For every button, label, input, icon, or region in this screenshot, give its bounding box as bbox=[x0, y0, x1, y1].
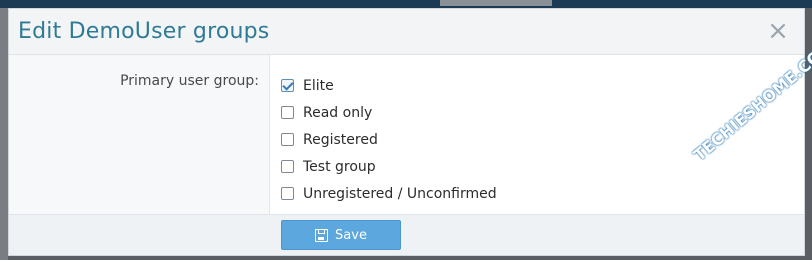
option-label: Registered bbox=[303, 131, 378, 148]
checkbox-read-only[interactable] bbox=[281, 106, 294, 119]
primary-group-label: Primary user group: bbox=[120, 73, 259, 89]
checkbox-registered[interactable] bbox=[281, 133, 294, 146]
save-button-label: Save bbox=[335, 227, 367, 243]
group-option-elite[interactable]: Elite bbox=[281, 72, 497, 99]
edit-groups-dialog: Edit DemoUser groups × Primary user grou… bbox=[8, 8, 805, 256]
checkbox-elite[interactable] bbox=[281, 79, 294, 92]
group-option-registered[interactable]: Registered bbox=[281, 126, 497, 153]
dialog-footer: Save bbox=[9, 214, 804, 255]
save-button[interactable]: Save bbox=[281, 220, 401, 250]
group-option-read-only[interactable]: Read only bbox=[281, 99, 497, 126]
group-option-unregistered[interactable]: Unregistered / Unconfirmed bbox=[281, 180, 497, 207]
form-label-column: Primary user group: bbox=[9, 55, 270, 214]
checkbox-test-group[interactable] bbox=[281, 160, 294, 173]
option-label: Unregistered / Unconfirmed bbox=[303, 185, 497, 202]
background-tab bbox=[440, 0, 552, 6]
group-options-list: Elite Read only Registered Test group Un… bbox=[281, 72, 497, 207]
background-page-strip bbox=[0, 8, 8, 260]
background-page-header bbox=[0, 0, 812, 8]
option-label: Test group bbox=[303, 158, 376, 175]
checkbox-unregistered[interactable] bbox=[281, 187, 294, 200]
option-label: Read only bbox=[303, 104, 373, 121]
close-icon[interactable]: × bbox=[766, 17, 790, 45]
group-option-test-group[interactable]: Test group bbox=[281, 153, 497, 180]
dialog-title: Edit DemoUser groups bbox=[18, 19, 270, 44]
floppy-disk-icon bbox=[315, 228, 329, 242]
option-label: Elite bbox=[303, 77, 334, 94]
dialog-header: Edit DemoUser groups × bbox=[9, 9, 804, 55]
dialog-body: Primary user group: Elite Read only Regi… bbox=[9, 55, 804, 214]
